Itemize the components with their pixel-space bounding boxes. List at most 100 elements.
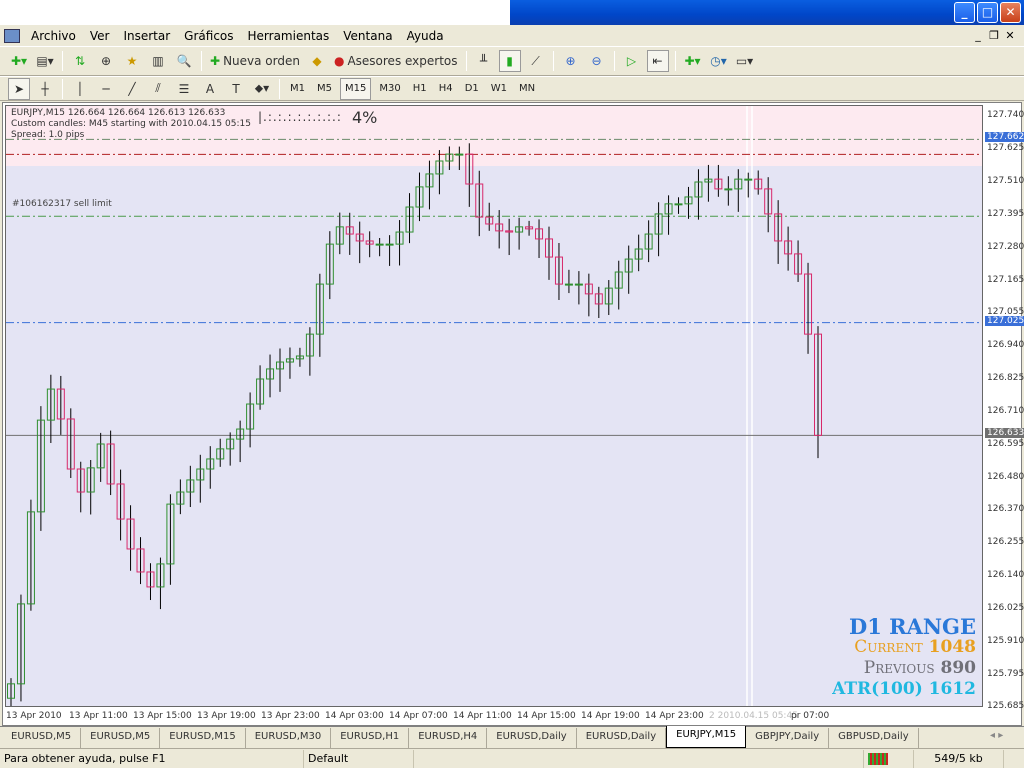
candle-body — [385, 243, 394, 246]
expert-advisors-button[interactable]: ● Asesores expertos — [332, 50, 460, 72]
candle-body — [564, 283, 573, 286]
horizontal-line-icon[interactable]: ─ — [95, 78, 117, 100]
timeframe-mn[interactable]: MN — [515, 78, 539, 100]
timeframe-m30[interactable]: M30 — [375, 78, 404, 100]
mdi-restore-button[interactable]: ❐ — [986, 29, 1002, 42]
chart-window[interactable]: EURJPY,M15 126.664 126.664 126.613 126.6… — [2, 102, 1024, 726]
line-chart-icon[interactable]: ⟋ — [525, 50, 547, 72]
chart-tabs: EURUSD,M5 EURUSD,M5 EURUSD,M15 EURUSD,M30 EU… — [0, 726, 1024, 748]
arrows-icon[interactable]: ⬥▾ — [251, 78, 273, 100]
chart-tab[interactable]: GBPJPY,Daily — [746, 728, 830, 748]
menu-graficos[interactable]: Gráficos — [177, 29, 240, 43]
connection-icon — [864, 749, 914, 768]
chart-tab[interactable]: EURUSD,Daily — [577, 728, 667, 748]
chart-tab[interactable]: EURJPY,M15 — [666, 726, 747, 748]
zoom-in-icon[interactable]: ⊕ — [560, 50, 582, 72]
level-price-label: 127.025 — [985, 315, 1024, 326]
bar-chart-icon[interactable]: ╨ — [473, 50, 495, 72]
menu-herramientas[interactable]: Herramientas — [241, 29, 337, 43]
chart-shift-icon[interactable]: ⇤ — [646, 50, 669, 72]
mdi-close-button[interactable]: ✕ — [1002, 29, 1018, 42]
previous-label: Previous — [863, 658, 935, 678]
periods-icon[interactable]: ◷▾ — [708, 50, 730, 72]
price-tick: 126.025 — [987, 603, 1024, 614]
menu-bar: Archivo Ver Insertar Gráficos Herramient… — [0, 25, 1024, 46]
mdi-minimize-button[interactable]: _ — [970, 29, 986, 42]
new-chart-icon[interactable]: ✚▾ — [8, 50, 30, 72]
chart-tab[interactable]: EURUSD,H4 — [409, 728, 488, 748]
status-profile: Default — [304, 749, 414, 768]
timeframe-h1[interactable]: H1 — [409, 78, 431, 100]
crosshair-icon[interactable]: ⊕ — [95, 50, 117, 72]
new-order-button[interactable]: ✚ Nueva orden — [208, 50, 302, 72]
maximize-button[interactable]: □ — [977, 2, 998, 23]
menu-ventana[interactable]: Ventana — [336, 29, 399, 43]
price-tick: 125.795 — [987, 669, 1024, 680]
price-tick: 127.395 — [987, 209, 1024, 220]
chart-tab[interactable]: EURUSD,M5 — [81, 728, 161, 748]
progress-percent: 4% — [352, 108, 378, 127]
vertical-line-icon[interactable]: │ — [69, 78, 91, 100]
new-order-label: Nueva orden — [223, 54, 300, 68]
chart-tab[interactable]: EURUSD,M5 — [2, 728, 82, 748]
price-axis[interactable]: 127.740 127.625 127.510 127.395 127.280 127.1… — [983, 105, 1024, 711]
time-tick: 13 Apr 11:00 — [69, 711, 128, 721]
close-button[interactable]: ✕ — [1000, 2, 1021, 23]
separator — [62, 51, 63, 71]
auto-scroll-icon[interactable]: ▷ — [621, 50, 643, 72]
minimize-button[interactable]: _ — [954, 2, 975, 23]
time-tick: 13 Apr 23:00 — [261, 711, 320, 721]
expert-advisors-label: Asesores expertos — [347, 54, 458, 68]
terminal-icon[interactable]: ▥ — [147, 50, 169, 72]
menu-ver[interactable]: Ver — [83, 29, 117, 43]
candlestick-chart-icon[interactable]: ▮ — [498, 50, 521, 72]
time-axis[interactable]: 13 Apr 2010 13 Apr 11:00 13 Apr 15:00 13 Ap… — [3, 707, 983, 725]
timeframe-h4[interactable]: H4 — [435, 78, 457, 100]
time-tick: 14 Apr 23:00 — [645, 711, 704, 721]
tab-scroll-arrows[interactable]: ◂ ▸ — [990, 730, 1003, 741]
chart-tab[interactable]: EURUSD,M15 — [160, 728, 246, 748]
level-price-label: 127.662 — [985, 132, 1024, 143]
sell-limit-label: #106162317 sell limit — [12, 199, 112, 209]
crosshair-tool-icon[interactable]: ┼ — [34, 78, 56, 100]
chart-tab[interactable]: GBPUSD,Daily — [829, 728, 919, 748]
equidistant-channel-icon[interactable]: ⫽ — [147, 78, 169, 100]
cursor-icon[interactable]: ➤ — [8, 77, 30, 100]
price-tick: 126.595 — [987, 439, 1024, 450]
chart-header: EURJPY,M15 126.664 126.664 126.613 126.6… — [11, 108, 226, 118]
chart-tab[interactable]: EURUSD,Daily — [487, 728, 577, 748]
indicators-icon[interactable]: ✚▾ — [682, 50, 704, 72]
time-tick: 13 Apr 19:00 — [197, 711, 256, 721]
timeframe-m15[interactable]: M15 — [340, 77, 372, 100]
chart-tab[interactable]: EURUSD,M30 — [246, 728, 332, 748]
menu-archivo[interactable]: Archivo — [24, 29, 83, 43]
menu-insertar[interactable]: Insertar — [116, 29, 177, 43]
warning-icon[interactable]: ◆ — [306, 50, 328, 72]
trendline-icon[interactable]: ╱ — [121, 78, 143, 100]
progress-dots: |.:.:.:.:.:.:.:.: — [258, 110, 342, 124]
market-watch-icon[interactable]: ⇅ — [69, 50, 91, 72]
fibonacci-icon[interactable]: ☰ — [173, 78, 195, 100]
text-label-icon[interactable]: T — [225, 78, 247, 100]
menu-ayuda[interactable]: Ayuda — [400, 29, 451, 43]
zoom-out-icon[interactable]: ⊖ — [586, 50, 608, 72]
price-tick: 126.940 — [987, 340, 1024, 351]
separator — [201, 51, 202, 71]
profiles-icon[interactable]: ▤▾ — [34, 50, 56, 72]
timeframe-w1[interactable]: W1 — [487, 78, 511, 100]
standard-toolbar: ✚▾ ▤▾ ⇅ ⊕ ★ ▥ 🔍 ✚ Nueva orden ◆ ● Asesores… — [0, 46, 1024, 76]
price-tick: 126.255 — [987, 537, 1024, 548]
atr-row: ATR(100) 1612 — [832, 679, 976, 700]
separator — [279, 78, 280, 99]
timeframe-m1[interactable]: M1 — [286, 78, 309, 100]
drawing-toolbar: ➤ ┼ │ ─ ╱ ⫽ ☰ A T ⬥▾ M1 M5 M15 M30 H1 H4 D1 W1 M… — [0, 76, 1024, 101]
navigator-icon[interactable]: ★ — [121, 50, 143, 72]
strategy-tester-icon[interactable]: 🔍 — [173, 50, 195, 72]
text-icon[interactable]: A — [199, 78, 221, 100]
timeframe-d1[interactable]: D1 — [461, 78, 483, 100]
templates-icon[interactable]: ▭▾ — [734, 50, 756, 72]
timeframe-m5[interactable]: M5 — [313, 78, 336, 100]
chart-tab[interactable]: EURUSD,H1 — [331, 728, 410, 748]
price-chart[interactable]: EURJPY,M15 126.664 126.664 126.613 126.6… — [5, 105, 983, 707]
title-bar-active: _ □ ✕ — [510, 0, 1024, 25]
